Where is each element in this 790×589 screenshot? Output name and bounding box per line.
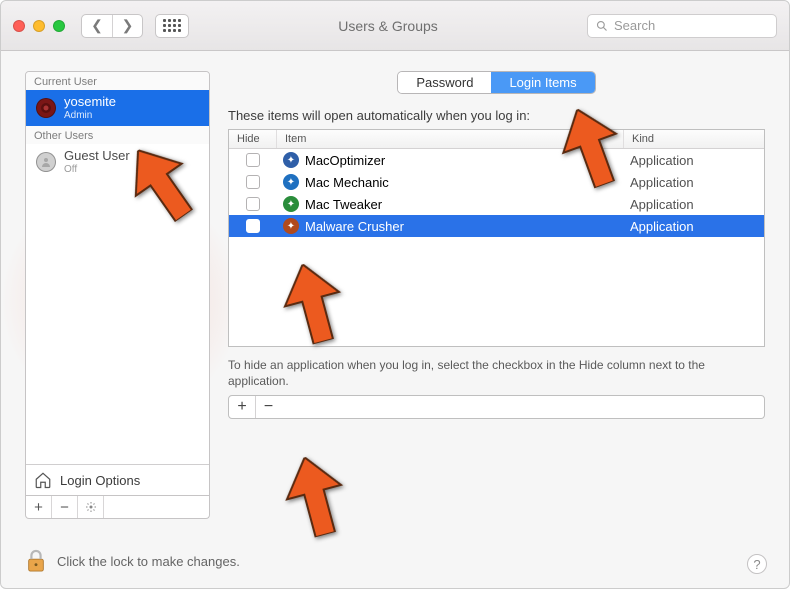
app-icon: ✦ (283, 196, 299, 212)
login-options-label: Login Options (60, 473, 140, 488)
tab-login-items[interactable]: Login Items (491, 72, 594, 93)
zoom-window-button[interactable] (53, 20, 65, 32)
users-sidebar: Current User yosemite Admin Other Users (25, 71, 210, 519)
user-actions-button[interactable] (78, 496, 104, 518)
avatar (36, 152, 56, 172)
item-kind: Application (624, 194, 764, 215)
hide-checkbox[interactable] (246, 219, 260, 233)
grid-icon (163, 19, 181, 32)
lock-text: Click the lock to make changes. (57, 554, 240, 569)
table-body: ✦ MacOptimizer Application ✦ Mac Mechanic App… (229, 149, 764, 237)
lock-bar: Click the lock to make changes. (25, 548, 240, 574)
user-row-current[interactable]: yosemite Admin (26, 90, 209, 126)
item-name: Malware Crusher (305, 219, 404, 234)
search-placeholder: Search (614, 18, 655, 33)
col-item[interactable]: Item (277, 130, 624, 148)
item-name: MacOptimizer (305, 153, 385, 168)
item-name: Mac Tweaker (305, 197, 382, 212)
hide-checkbox[interactable] (246, 197, 260, 211)
search-field[interactable]: Search (587, 14, 777, 38)
login-items-footer: + − (228, 395, 765, 419)
table-row[interactable]: ✦ MacOptimizer Application (229, 149, 764, 171)
search-icon (596, 20, 608, 32)
home-icon (34, 471, 52, 489)
app-icon: ✦ (283, 218, 299, 234)
back-button[interactable]: ❮ (82, 15, 112, 37)
tab-control: Password Login Items (397, 71, 595, 94)
item-name: Mac Mechanic (305, 175, 389, 190)
item-kind: Application (624, 216, 764, 237)
nav-back-forward: ❮ ❯ (81, 14, 143, 38)
item-kind: Application (624, 172, 764, 193)
remove-user-button[interactable]: − (52, 496, 78, 518)
hide-hint: To hide an application when you log in, … (228, 357, 765, 389)
gear-icon (85, 501, 97, 513)
window-title: Users & Groups (201, 18, 575, 34)
item-kind: Application (624, 150, 764, 171)
section-current-user: Current User (26, 72, 209, 90)
col-hide[interactable]: Hide (229, 130, 277, 148)
user-row-guest[interactable]: Guest User Off (26, 144, 209, 180)
window-controls (13, 20, 65, 32)
hide-checkbox[interactable] (246, 153, 260, 167)
help-button[interactable]: ? (747, 554, 767, 574)
avatar (36, 98, 56, 118)
prefs-window: ❮ ❯ Users & Groups Search Current User (0, 0, 790, 589)
table-row[interactable]: ✦ Mac Tweaker Application (229, 193, 764, 215)
lock-icon[interactable] (25, 548, 47, 574)
show-all-prefs-button[interactable] (155, 14, 189, 38)
user-role: Admin (64, 110, 116, 121)
table-row[interactable]: ✦ Mac Mechanic Application (229, 171, 764, 193)
login-items-description: These items will open automatically when… (228, 108, 765, 123)
tab-password[interactable]: Password (398, 72, 491, 93)
add-user-button[interactable]: + (26, 496, 52, 518)
user-name: yosemite (64, 95, 116, 110)
table-row[interactable]: ✦ Malware Crusher Application (229, 215, 764, 237)
user-name: Guest User (64, 149, 130, 164)
main-panel: Password Login Items These items will op… (228, 71, 765, 519)
close-window-button[interactable] (13, 20, 25, 32)
hide-checkbox[interactable] (246, 175, 260, 189)
app-icon: ✦ (283, 174, 299, 190)
login-items-table: Hide Item Kind ✦MacOptimizerApplication✦… (228, 129, 765, 347)
user-list: Current User yosemite Admin Other Users (25, 71, 210, 496)
col-kind[interactable]: Kind (624, 130, 764, 148)
table-header: Hide Item Kind (229, 130, 764, 149)
forward-button[interactable]: ❯ (112, 15, 142, 37)
sidebar-footer: + − (25, 496, 210, 519)
login-options-button[interactable]: Login Options (26, 464, 209, 495)
add-login-item-button[interactable]: + (229, 396, 255, 418)
toolbar: ❮ ❯ Users & Groups Search (1, 1, 789, 51)
remove-login-item-button[interactable]: − (255, 396, 281, 418)
user-role: Off (64, 164, 130, 175)
minimize-window-button[interactable] (33, 20, 45, 32)
app-icon: ✦ (283, 152, 299, 168)
section-other-users: Other Users (26, 126, 209, 144)
